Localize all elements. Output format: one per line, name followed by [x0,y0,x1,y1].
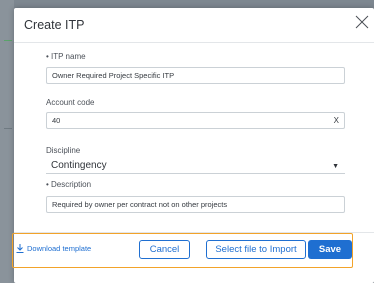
chevron-down-icon: ▼ [332,163,339,170]
background-accent-line [4,40,12,41]
download-template-label: Download template [27,244,92,253]
select-file-button[interactable]: Select file to Import [206,240,306,259]
discipline-label: Discipline [46,146,81,155]
itp-name-field[interactable] [46,67,345,84]
close-icon[interactable] [354,14,370,30]
account-code-field[interactable]: 40 X [46,112,345,129]
account-code-value: 40 [52,116,61,125]
dialog-header: Create ITP [14,8,374,43]
save-button[interactable]: Save [308,240,352,259]
dialog-title: Create ITP [24,18,85,32]
background-divider [4,128,12,129]
account-code-label: Account code [46,98,95,107]
clear-account-code-button[interactable]: X [334,113,339,128]
download-icon [16,244,24,253]
download-template-link[interactable]: Download template [16,244,91,253]
discipline-select[interactable]: Contingency ▼ [46,159,345,174]
cancel-button[interactable]: Cancel [139,240,190,259]
itp-name-label: • ITP name [46,52,86,61]
description-label: • Description [46,180,92,189]
description-field[interactable] [46,196,345,213]
discipline-selected-value: Contingency [51,160,107,171]
